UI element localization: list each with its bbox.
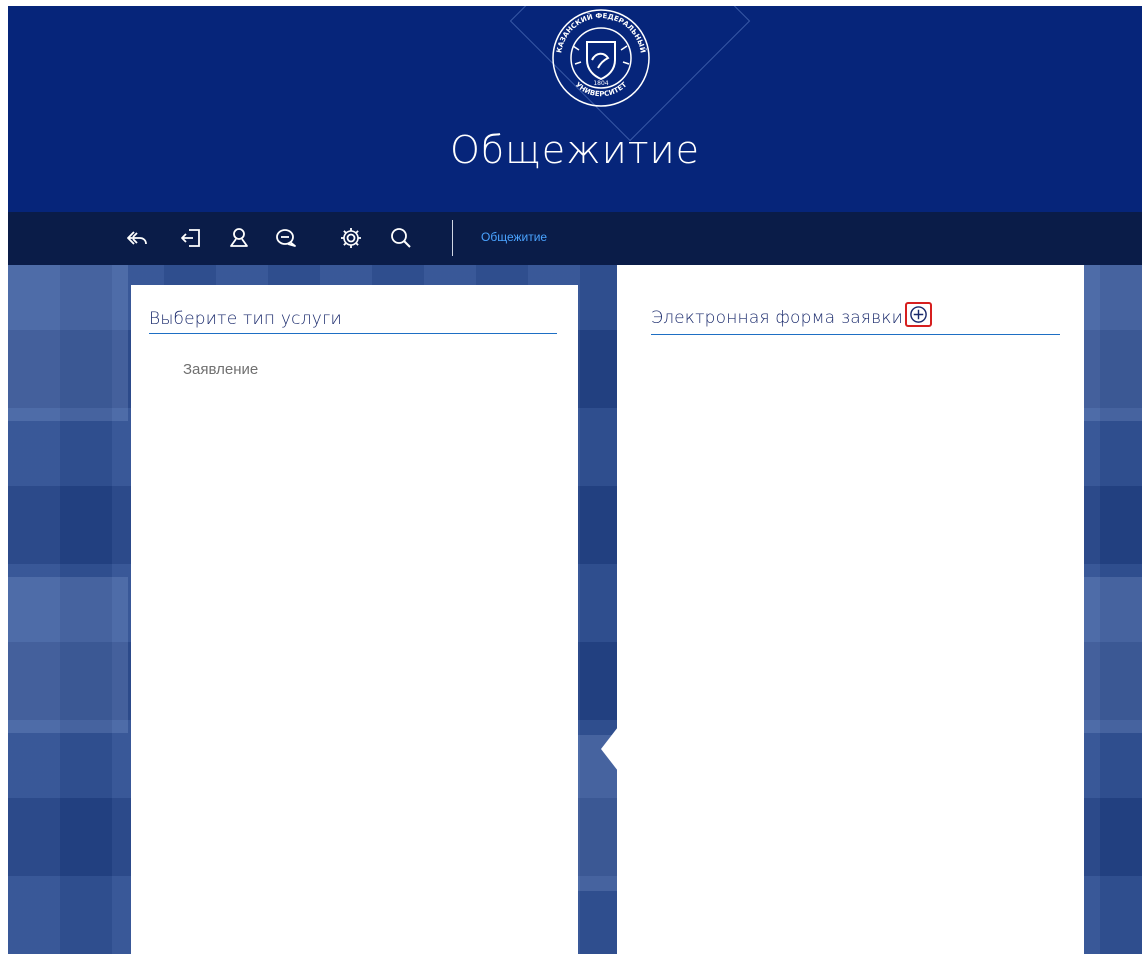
user-icon [230,228,248,247]
search-icon [391,228,411,248]
breadcrumb-link[interactable]: Общежитие [481,230,547,244]
application-form-heading: Электронная форма заявки [651,307,904,328]
back-icon [127,231,147,245]
toolbar: Общежитие [8,212,1142,265]
bg-tile [8,265,128,421]
back-button[interactable] [123,224,151,252]
add-application-button[interactable] [905,302,933,327]
logo-text-top: КАЗАНСКИЙ ФЕДЕРАЛЬНЫЙ [555,12,647,54]
page-title: Общежитие [450,128,700,172]
svg-text:КАЗАНСКИЙ ФЕДЕРАЛЬНЫЙ: КАЗАНСКИЙ ФЕДЕРАЛЬНЫЙ [555,12,647,54]
user-button[interactable] [225,224,253,252]
logout-button[interactable] [177,224,205,252]
toolbar-divider [452,220,453,256]
university-logo-icon: 1804 КАЗАНСКИЙ ФЕДЕРАЛЬНЫЙ УНИВЕРСИТЕТ [552,9,650,107]
logout-icon [181,229,200,247]
settings-icon [341,228,361,248]
service-item-zayavlenie[interactable]: Заявление [183,361,258,378]
chat-button[interactable] [272,224,300,252]
bg-tile [1084,577,1142,733]
chat-icon [276,229,296,247]
site-header: 1804 КАЗАНСКИЙ ФЕДЕРАЛЬНЫЙ УНИВЕРСИТЕТ О… [8,6,1142,212]
service-type-panel: Выберите тип услуги Заявление [131,285,578,954]
bg-tile [8,577,128,733]
plus-circle-icon [910,306,927,323]
application-form-heading-row: Электронная форма заявки [651,302,1060,335]
application-form-panel: Электронная форма заявки [617,265,1084,954]
logo-year: 1804 [593,80,608,87]
bg-tile [1084,265,1142,421]
panel-pointer-notch [601,727,618,771]
service-type-heading: Выберите тип услуги [149,309,557,334]
settings-button[interactable] [337,224,365,252]
search-button[interactable] [387,224,415,252]
